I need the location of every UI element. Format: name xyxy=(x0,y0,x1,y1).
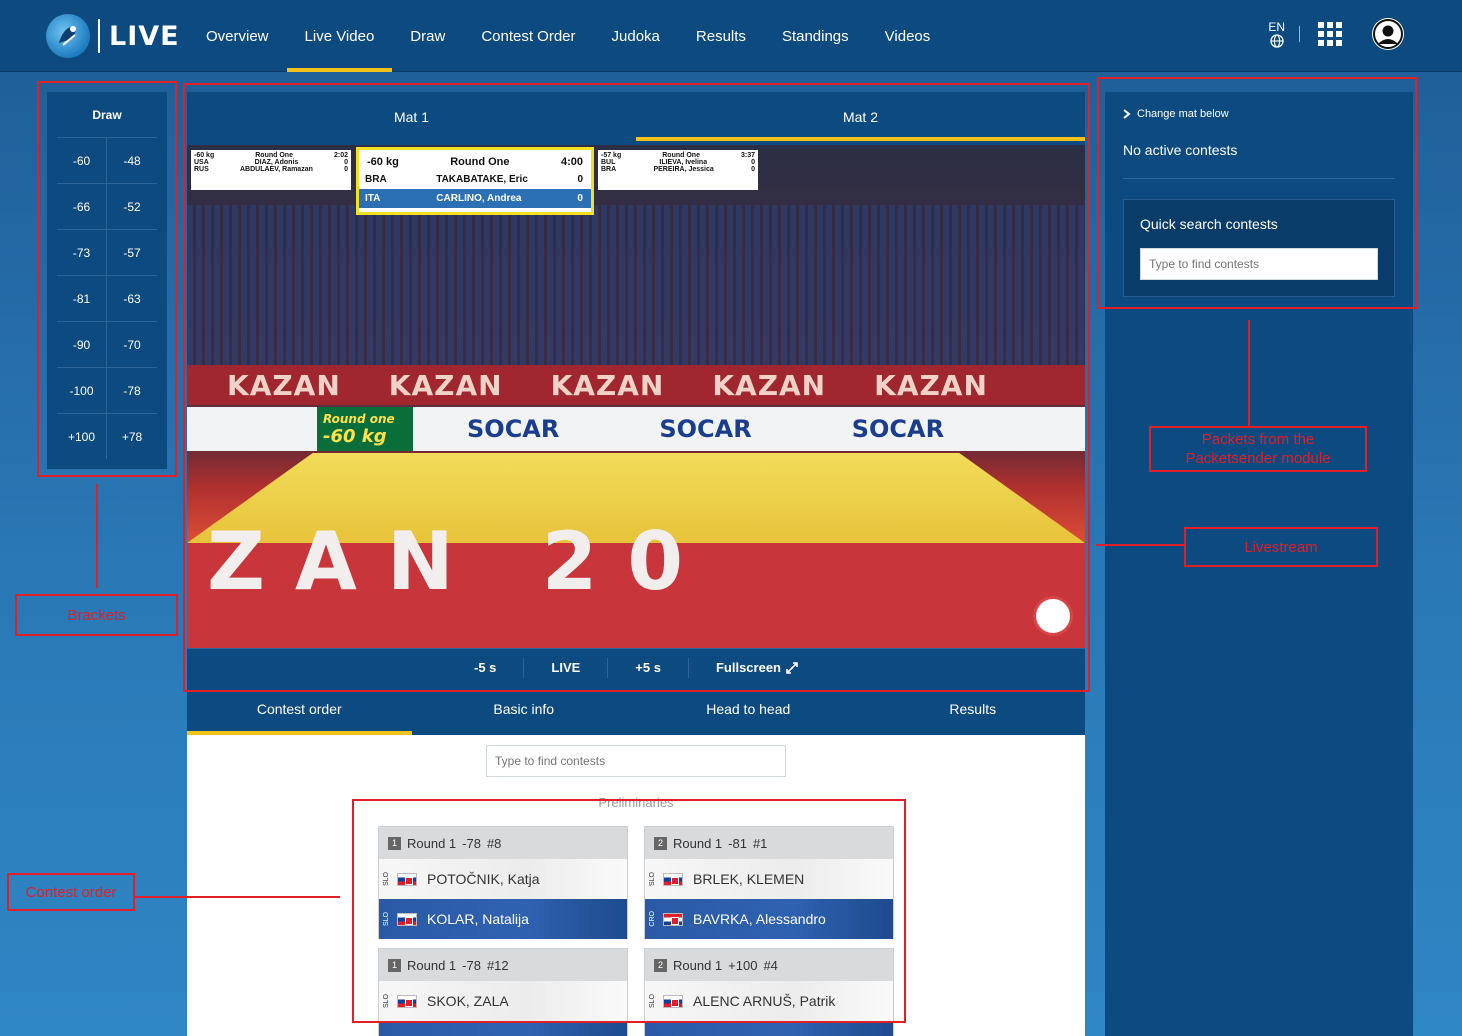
language-label: EN xyxy=(1268,20,1285,34)
tab-head-to-head[interactable]: Head to head xyxy=(636,686,861,735)
nav-standings[interactable]: Standings xyxy=(764,0,867,72)
livestream-highlight-box xyxy=(183,83,1090,692)
livestream-arrow xyxy=(1096,544,1184,546)
brackets-arrow xyxy=(96,484,98,588)
packets-arrow xyxy=(1248,320,1250,426)
nav-live-video[interactable]: Live Video xyxy=(286,0,393,72)
globe-icon xyxy=(1270,34,1284,48)
top-navigation-bar: LIVE Overview Live Video Draw Contest Or… xyxy=(0,0,1462,72)
main-nav: Overview Live Video Draw Contest Order J… xyxy=(188,0,948,72)
logo-text: LIVE xyxy=(109,20,180,52)
contest-order-label: Contest order xyxy=(7,873,135,911)
contest-order-arrow xyxy=(134,896,340,898)
header-divider xyxy=(1299,26,1300,42)
nav-overview[interactable]: Overview xyxy=(188,0,287,72)
packets-highlight-box xyxy=(1097,77,1417,309)
nav-videos[interactable]: Videos xyxy=(867,0,949,72)
info-tabs: Contest order Basic info Head to head Re… xyxy=(187,686,1085,735)
nav-judoka[interactable]: Judoka xyxy=(594,0,678,72)
contest-search-input[interactable] xyxy=(486,745,786,777)
judo-logo-icon xyxy=(46,14,90,58)
nav-contest-order[interactable]: Contest Order xyxy=(463,0,593,72)
brackets-highlight-box xyxy=(37,81,177,477)
top-right-controls: EN xyxy=(1268,18,1404,50)
brackets-label: Brackets xyxy=(15,594,178,636)
contest-search xyxy=(486,745,786,777)
nav-draw[interactable]: Draw xyxy=(392,0,463,72)
user-avatar-icon[interactable] xyxy=(1372,18,1404,50)
packets-label: Packets from the Packetsender module xyxy=(1149,426,1367,472)
language-selector[interactable]: EN xyxy=(1268,20,1285,48)
competitor-blue xyxy=(645,1021,893,1036)
tab-contest-order[interactable]: Contest order xyxy=(187,686,412,735)
logo-divider xyxy=(98,19,100,53)
tab-results[interactable]: Results xyxy=(861,686,1086,735)
tab-basic-info[interactable]: Basic info xyxy=(412,686,637,735)
nav-results[interactable]: Results xyxy=(678,0,764,72)
ijf-live-logo[interactable]: LIVE xyxy=(46,14,180,58)
competitor-blue xyxy=(379,1021,627,1036)
contest-order-highlight-box xyxy=(352,799,906,1023)
livestream-label: Livestream xyxy=(1184,527,1378,567)
apps-grid-icon[interactable] xyxy=(1318,22,1342,46)
